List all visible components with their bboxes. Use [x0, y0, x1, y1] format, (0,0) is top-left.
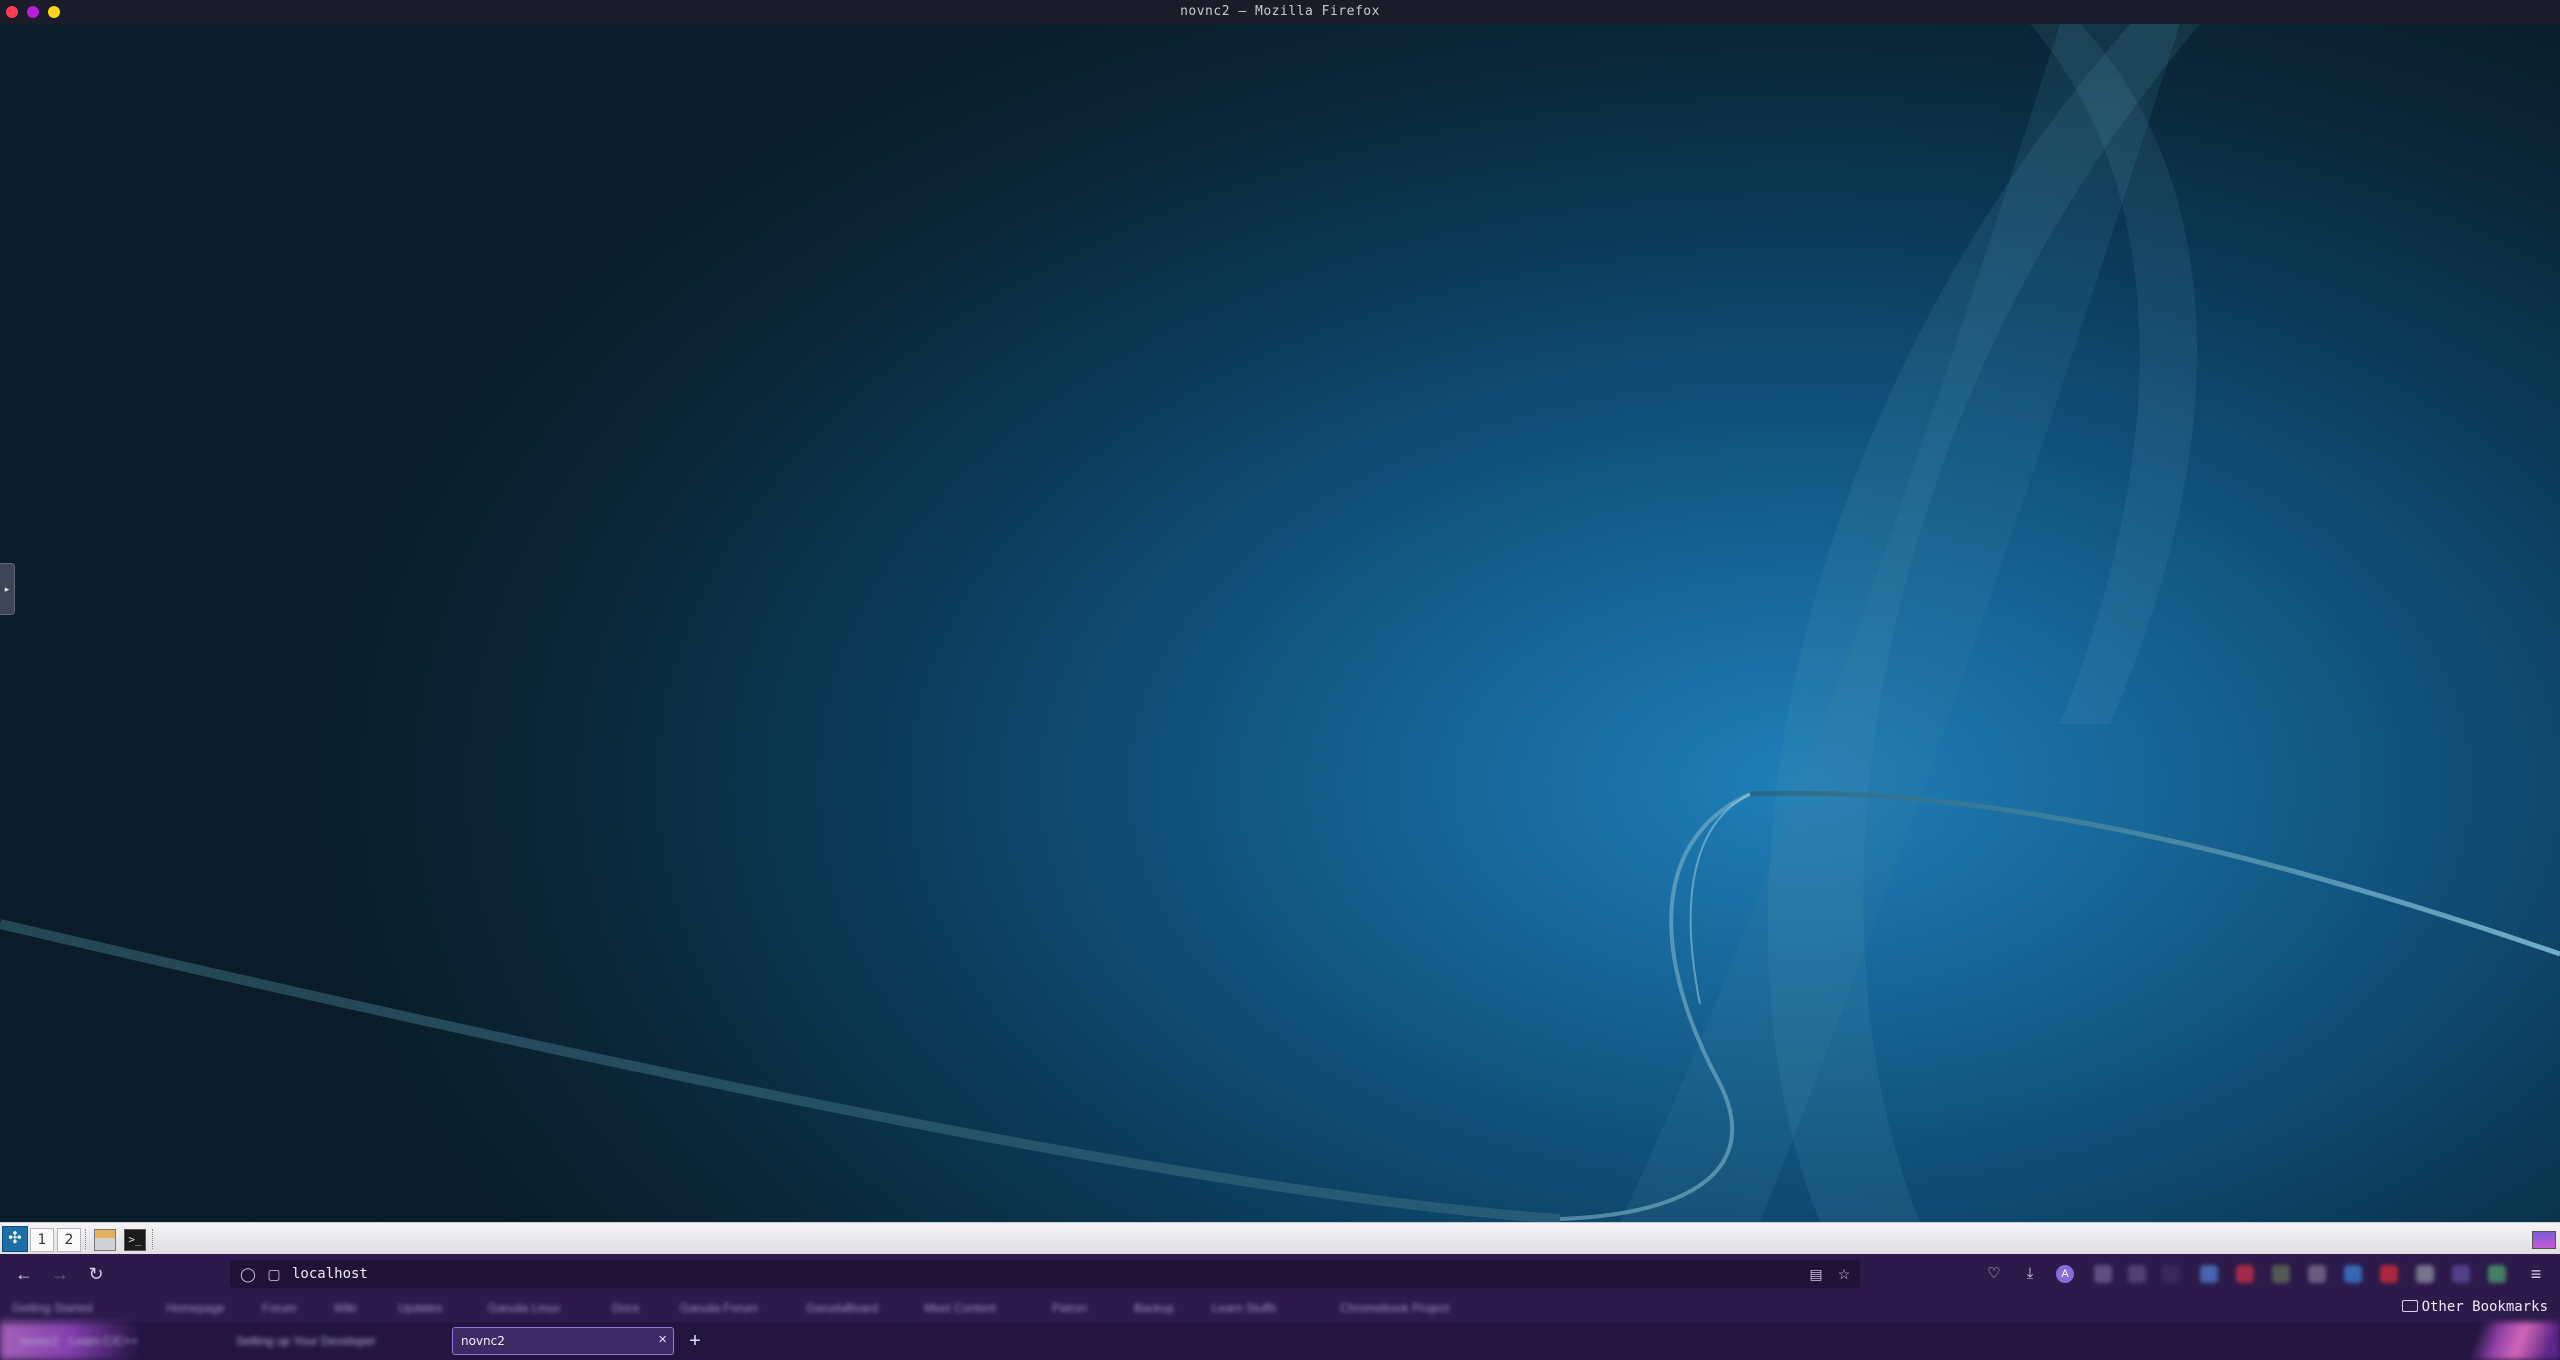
bookmark-item[interactable]: Forum [262, 1301, 297, 1315]
extension-icon[interactable] [2380, 1265, 2398, 1283]
page-info-icon[interactable]: ▢ [264, 1264, 284, 1284]
downloads-icon[interactable]: ⤓ [2020, 1264, 2040, 1284]
bookmark-item[interactable]: Docs [612, 1301, 639, 1315]
tab-active[interactable]: novnc2 × [452, 1327, 674, 1355]
panel-separator [152, 1229, 155, 1249]
bookmark-item[interactable]: GarudaBoard [806, 1301, 878, 1315]
bookmark-item[interactable]: Patron [1052, 1301, 1087, 1315]
other-bookmarks-label: Other Bookmarks [2421, 1299, 2548, 1315]
reload-button[interactable]: ↻ [84, 1262, 108, 1286]
workspace-2-button[interactable]: 2 [57, 1228, 81, 1252]
file-manager-icon[interactable] [94, 1229, 116, 1251]
url-text[interactable]: localhost [292, 1266, 368, 1282]
theme-decoration [2420, 1322, 2560, 1360]
bookmark-item[interactable]: Getting Started [12, 1301, 93, 1315]
panel-separator [85, 1229, 88, 1249]
window-titlebar: novnc2 — Mozilla Firefox [0, 0, 2560, 24]
pocket-icon[interactable]: ♡ [1984, 1264, 2004, 1284]
wallpaper-art [0, 24, 2560, 1222]
remote-desktop-canvas[interactable]: ▸ [0, 24, 2560, 1222]
app-menu-icon[interactable]: ≡ [2526, 1264, 2546, 1284]
linux-menu-icon[interactable]: ✣ [2, 1226, 28, 1252]
tab-inactive[interactable]: novnc2 · Learn C/C++ [20, 1328, 220, 1354]
forward-button[interactable]: → [48, 1262, 72, 1286]
firefox-navigation-toolbar: ← → ↻ ◯ ▢ localhost ▤ ☆ ♡ ⤓ A ≡ [0, 1254, 2560, 1294]
close-tab-icon[interactable]: × [658, 1331, 667, 1348]
bookmark-item[interactable]: Meet Content [924, 1301, 996, 1315]
extension-icon[interactable] [2236, 1265, 2254, 1283]
bookmark-item[interactable]: Homepage [166, 1301, 225, 1315]
bookmark-item[interactable]: Wiki [334, 1301, 357, 1315]
bookmark-item[interactable]: Garuda Forum [680, 1301, 758, 1315]
extension-icon[interactable] [2200, 1265, 2218, 1283]
extension-icon[interactable] [2416, 1265, 2434, 1283]
bookmark-item[interactable]: Updates [398, 1301, 443, 1315]
bookmark-item[interactable]: Chromebook Project [1340, 1301, 1449, 1315]
tracking-protection-shield-icon[interactable]: ◯ [238, 1264, 258, 1284]
extension-icon[interactable] [2488, 1265, 2506, 1283]
bookmark-item[interactable]: Learn Stuffs [1212, 1301, 1277, 1315]
extension-icon[interactable] [2162, 1265, 2180, 1283]
bookmark-star-icon[interactable]: ☆ [1834, 1264, 1854, 1284]
extension-icon[interactable] [2128, 1265, 2146, 1283]
bookmark-item[interactable]: Backup [1134, 1301, 1174, 1315]
folder-icon [2401, 1300, 2418, 1312]
novnc-control-bar-handle[interactable]: ▸ [0, 563, 15, 615]
extension-icon[interactable] [2452, 1265, 2470, 1283]
workspace-1-button[interactable]: 1 [30, 1228, 54, 1252]
back-button[interactable]: ← [12, 1262, 36, 1286]
tab-label: novnc2 [461, 1334, 505, 1348]
window-title: novnc2 — Mozilla Firefox [1180, 4, 1380, 19]
bookmark-item[interactable]: Garuda Linux [488, 1301, 560, 1315]
extension-icon[interactable] [2308, 1265, 2326, 1283]
bookmarks-toolbar: Getting Started Homepage Forum Wiki Upda… [0, 1294, 2560, 1322]
url-bar[interactable]: ◯ ▢ localhost ▤ ☆ [230, 1260, 1860, 1288]
tab-inactive[interactable]: Setting up Your Developer [236, 1328, 436, 1354]
reader-view-icon[interactable]: ▤ [1806, 1264, 1826, 1284]
terminal-icon[interactable]: >_ [124, 1229, 146, 1251]
tray-app-icon[interactable] [2532, 1231, 2556, 1249]
other-bookmarks-button[interactable]: Other Bookmarks [2401, 1299, 2548, 1315]
new-tab-button[interactable]: + [684, 1330, 706, 1352]
extension-icon[interactable] [2344, 1265, 2362, 1283]
desktop-taskbar: ✣ 1 2 >_ [0, 1222, 2560, 1255]
account-icon[interactable]: A [2056, 1265, 2074, 1283]
extension-icon[interactable] [2094, 1265, 2112, 1283]
tab-strip: novnc2 · Learn C/C++ Setting up Your Dev… [0, 1322, 2560, 1360]
extension-icon[interactable] [2272, 1265, 2290, 1283]
